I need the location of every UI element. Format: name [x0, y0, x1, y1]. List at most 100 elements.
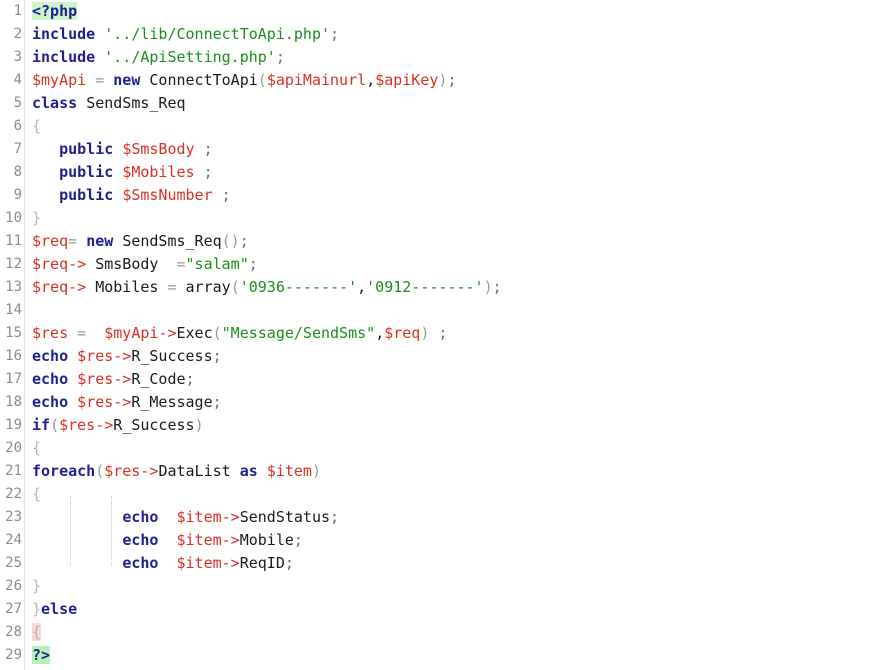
- code-line[interactable]: 28 {: [0, 621, 874, 644]
- code-token: ;: [293, 531, 303, 549]
- code-line-content[interactable]: ?>: [32, 644, 51, 667]
- code-line[interactable]: 3 include '../ApiSetting.php';: [0, 46, 874, 69]
- code-line-content[interactable]: include '../lib/ConnectToApi.php';: [32, 23, 339, 46]
- code-line[interactable]: 18 echo $res->R_Message;: [0, 391, 874, 414]
- code-token: $item: [266, 462, 312, 480]
- code-token: ;: [330, 508, 340, 526]
- code-line[interactable]: 5 class SendSms_Req: [0, 92, 874, 115]
- code-line[interactable]: 8 public $Mobiles ;: [0, 161, 874, 184]
- code-line[interactable]: 4 $myApi = new ConnectToApi($apiMainurl,$…: [0, 69, 874, 92]
- code-token: $res->: [77, 370, 132, 388]
- code-line[interactable]: 11 $req= new SendSms_Req();: [0, 230, 874, 253]
- code-line-content[interactable]: class SendSms_Req: [32, 92, 186, 115]
- code-line[interactable]: 6{: [0, 115, 874, 138]
- code-line-content[interactable]: $req= new SendSms_Req();: [32, 230, 249, 253]
- code-line-content[interactable]: {: [32, 115, 41, 138]
- code-line[interactable]: 2 include '../lib/ConnectToApi.php';: [0, 23, 874, 46]
- code-token: $res->: [59, 416, 114, 434]
- code-token: '0936-------': [239, 278, 358, 296]
- code-token: echo: [122, 554, 159, 572]
- code-token: include: [32, 25, 96, 43]
- code-line-content[interactable]: }: [32, 575, 41, 598]
- code-line[interactable]: 21 foreach($res->DataList as $item): [0, 460, 874, 483]
- line-number: 15: [5, 325, 22, 341]
- code-line-content[interactable]: include '../ApiSetting.php';: [32, 46, 285, 69]
- code-line-content[interactable]: $req-> Mobiles = array('0936-------','09…: [32, 276, 502, 299]
- code-line-content[interactable]: public $Mobiles ;: [32, 161, 213, 184]
- code-line-content[interactable]: {: [32, 621, 42, 644]
- code-token: ?>: [32, 646, 51, 664]
- code-line[interactable]: 26}: [0, 575, 874, 598]
- code-line-content[interactable]: }else: [32, 598, 77, 621]
- code-line[interactable]: 19 if($res->R_Success): [0, 414, 874, 437]
- code-line-content[interactable]: if($res->R_Success): [32, 414, 204, 437]
- code-token: $res->: [77, 393, 132, 411]
- code-editor[interactable]: 1 <?php 2 include '../lib/ConnectToApi.php'…: [0, 0, 874, 670]
- code-line-content[interactable]: echo $res->R_Code;: [32, 368, 195, 391]
- code-line-content[interactable]: $myApi = new ConnectToApi($apiMainurl,$a…: [32, 69, 456, 92]
- code-line[interactable]: 23 echo $item->SendStatus;: [0, 506, 874, 529]
- code-token: =: [68, 232, 78, 250]
- code-token: R_Code: [131, 370, 186, 388]
- code-token: echo: [32, 393, 69, 411]
- line-number: 20: [5, 440, 22, 456]
- code-token: (: [95, 462, 105, 480]
- code-line[interactable]: 17 echo $res->R_Code;: [0, 368, 874, 391]
- code-line[interactable]: 10}: [0, 207, 874, 230]
- code-token: else: [41, 600, 78, 618]
- code-line-content[interactable]: }: [32, 207, 41, 230]
- code-line-content[interactable]: public $SmsNumber ;: [32, 184, 231, 207]
- code-line[interactable]: 9 public $SmsNumber ;: [0, 184, 874, 207]
- code-token: R_Success: [131, 347, 213, 365]
- code-line[interactable]: 16 echo $res->R_Success;: [0, 345, 874, 368]
- code-line[interactable]: 20 {: [0, 437, 874, 460]
- code-token: }: [32, 209, 42, 227]
- code-line[interactable]: 7 public $SmsBody ;: [0, 138, 874, 161]
- code-line[interactable]: 12 $req-> SmsBody ="salam";: [0, 253, 874, 276]
- code-line-content[interactable]: foreach($res->DataList as $item): [32, 460, 321, 483]
- code-line[interactable]: 22 {: [0, 483, 874, 506]
- code-line[interactable]: 15 $res = $myApi->Exec("Message/SendSms",…: [0, 322, 874, 345]
- line-number: 26: [5, 578, 22, 594]
- code-token: =: [167, 278, 177, 296]
- code-line-content[interactable]: public $SmsBody ;: [32, 138, 213, 161]
- code-line-content[interactable]: <?php: [32, 0, 78, 23]
- code-line-content[interactable]: {: [32, 483, 41, 506]
- code-line-content[interactable]: echo $res->R_Message;: [32, 391, 222, 414]
- code-line-content[interactable]: {: [32, 437, 41, 460]
- code-line[interactable]: 27 }else: [0, 598, 874, 621]
- line-number: 27: [5, 601, 22, 617]
- code-line[interactable]: 29 ?>: [0, 644, 874, 667]
- code-line[interactable]: 13 $req-> Mobiles = array('0936-------','…: [0, 276, 874, 299]
- code-token: "Message/SendSms": [221, 324, 376, 342]
- code-line-content[interactable]: echo $item->Mobile;: [32, 529, 303, 552]
- code-line[interactable]: 14: [0, 299, 874, 322]
- code-token: echo: [32, 347, 69, 365]
- code-token: Mobiles: [95, 278, 159, 296]
- code-line-content[interactable]: $req-> SmsBody ="salam";: [32, 253, 258, 276]
- code-line-content[interactable]: $res = $myApi->Exec("Message/SendSms",$r…: [32, 322, 447, 345]
- code-line-content[interactable]: echo $item->SendStatus;: [32, 506, 339, 529]
- code-lines-container[interactable]: 1 <?php 2 include '../lib/ConnectToApi.php'…: [0, 0, 874, 667]
- code-line[interactable]: 24 echo $item->Mobile;: [0, 529, 874, 552]
- code-line-content[interactable]: echo $res->R_Success;: [32, 345, 222, 368]
- line-number: 28: [5, 624, 22, 640]
- code-line[interactable]: 1 <?php: [0, 0, 874, 23]
- code-line[interactable]: 25 echo $item->ReqID;: [0, 552, 874, 575]
- code-token: $item->: [176, 554, 240, 572]
- code-token: if: [32, 416, 51, 434]
- code-token: (: [212, 324, 222, 342]
- code-token: as: [239, 462, 258, 480]
- indent-guide: [111, 496, 113, 566]
- code-token: $res: [32, 324, 69, 342]
